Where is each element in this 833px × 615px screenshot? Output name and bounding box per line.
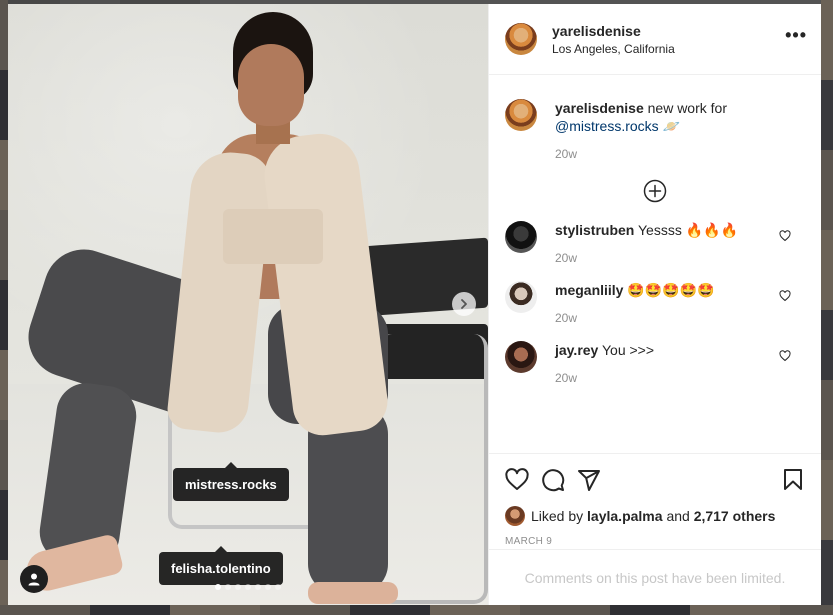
- carousel-dot: [215, 584, 221, 590]
- comment-body: You >>>: [601, 342, 655, 358]
- post-date[interactable]: MARCH 9: [505, 536, 805, 547]
- comment-time[interactable]: 20w: [555, 311, 805, 325]
- like-button[interactable]: [505, 468, 529, 492]
- bookmark-icon: [784, 469, 802, 490]
- photo-tag-mistress-rocks[interactable]: mistress.rocks: [173, 462, 289, 501]
- commenter-avatar[interactable]: [505, 281, 537, 313]
- post-modal: mistress.rocks felisha.tolentino yarelis…: [8, 4, 821, 605]
- carousel-dot: [235, 584, 241, 590]
- carousel-dot: [275, 584, 281, 590]
- carousel-dot: [245, 584, 251, 590]
- comment-like-button[interactable]: [779, 349, 791, 367]
- share-button[interactable]: [577, 468, 601, 492]
- backdrop-bottom-strip: [0, 605, 833, 615]
- post-actions: Liked by layla.palma and 2,717 others MA…: [489, 453, 821, 549]
- commenter-avatar[interactable]: [505, 341, 537, 373]
- carousel-next-button[interactable]: [452, 292, 476, 316]
- comment-item: jay.rey You >>> 20w: [505, 341, 805, 385]
- more-options-button[interactable]: •••: [785, 25, 807, 45]
- planet-emoji: 🪐: [662, 118, 680, 134]
- heart-icon: [505, 468, 529, 490]
- carousel-dot: [265, 584, 271, 590]
- comment-text: meganliily 🤩🤩🤩🤩🤩: [555, 281, 805, 299]
- carousel-dot: [225, 584, 231, 590]
- backdrop-right-strip: [821, 0, 833, 615]
- comment-like-button[interactable]: [779, 229, 791, 247]
- post-photo[interactable]: mistress.rocks felisha.tolentino: [8, 4, 488, 605]
- comment-username[interactable]: meganliily: [555, 282, 623, 298]
- more-horizontal-icon: •••: [785, 25, 807, 45]
- backdrop-left-strip: [0, 0, 8, 615]
- comment-text: stylistruben Yessss 🔥🔥🔥: [555, 221, 805, 239]
- comment-time[interactable]: 20w: [555, 251, 805, 265]
- paper-plane-icon: [578, 470, 600, 491]
- comment-body: Yessss 🔥🔥🔥: [638, 222, 739, 238]
- caption-mention[interactable]: @mistress.rocks: [555, 118, 659, 134]
- comment-body: 🤩🤩🤩🤩🤩: [627, 282, 715, 298]
- heart-icon: [779, 350, 791, 362]
- comment-item: stylistruben Yessss 🔥🔥🔥 20w: [505, 221, 805, 265]
- likes-prefix: Liked by: [531, 508, 584, 524]
- liker-username[interactable]: layla.palma: [587, 508, 663, 524]
- comment-like-button[interactable]: [779, 289, 791, 307]
- caption-author[interactable]: yarelisdenise: [555, 100, 644, 116]
- caption-body: new work for: [647, 100, 727, 116]
- comment-time[interactable]: 20w: [555, 371, 805, 385]
- heart-icon: [779, 230, 791, 242]
- plus-circle-icon: [643, 179, 667, 203]
- liker-avatar[interactable]: [505, 506, 525, 526]
- caption-time[interactable]: 20w: [555, 147, 805, 161]
- person-icon: [28, 573, 40, 586]
- likes-and: and: [666, 508, 690, 524]
- figure-top: [223, 209, 323, 264]
- chevron-right-icon: [461, 299, 467, 309]
- caption-author-avatar[interactable]: [505, 99, 537, 131]
- post-caption: yarelisdenise new work for @mistress.roc…: [505, 75, 805, 161]
- comments-section[interactable]: yarelisdenise new work for @mistress.roc…: [489, 75, 821, 453]
- action-icons: [505, 464, 805, 496]
- author-username[interactable]: yarelisdenise: [552, 23, 675, 39]
- load-more-comments-button[interactable]: [505, 161, 805, 221]
- author-info: yarelisdenise Los Angeles, California: [552, 23, 675, 56]
- heart-icon: [779, 290, 791, 302]
- carousel-indicator: [215, 584, 281, 590]
- commenter-avatar[interactable]: [505, 221, 537, 253]
- save-button[interactable]: [781, 468, 805, 492]
- figure-face: [238, 44, 304, 126]
- author-avatar[interactable]: [505, 23, 537, 55]
- comments-limited-notice: Comments on this post have been limited.: [489, 549, 821, 605]
- comment-item: meganliily 🤩🤩🤩🤩🤩 20w: [505, 281, 805, 325]
- likes-others-link[interactable]: 2,717 others: [694, 508, 776, 524]
- post-header: yarelisdenise Los Angeles, California ••…: [489, 4, 821, 75]
- figure-shoe: [308, 582, 398, 604]
- caption-text: yarelisdenise new work for @mistress.roc…: [555, 99, 805, 135]
- comment-bubble-icon: [542, 469, 565, 492]
- comment-text: jay.rey You >>>: [555, 341, 805, 359]
- comment-username[interactable]: jay.rey: [555, 342, 598, 358]
- chair-frame: [378, 334, 488, 604]
- comment-username[interactable]: stylistruben: [555, 222, 634, 238]
- photo-tag-felisha-tolentino[interactable]: felisha.tolentino: [159, 546, 283, 585]
- likes-summary: Liked by layla.palma and 2,717 others: [505, 506, 805, 526]
- user-tags-button[interactable]: [20, 565, 48, 593]
- post-side-panel: yarelisdenise Los Angeles, California ••…: [488, 4, 821, 605]
- post-location[interactable]: Los Angeles, California: [552, 42, 675, 56]
- comment-button[interactable]: [541, 468, 565, 492]
- carousel-dot: [255, 584, 261, 590]
